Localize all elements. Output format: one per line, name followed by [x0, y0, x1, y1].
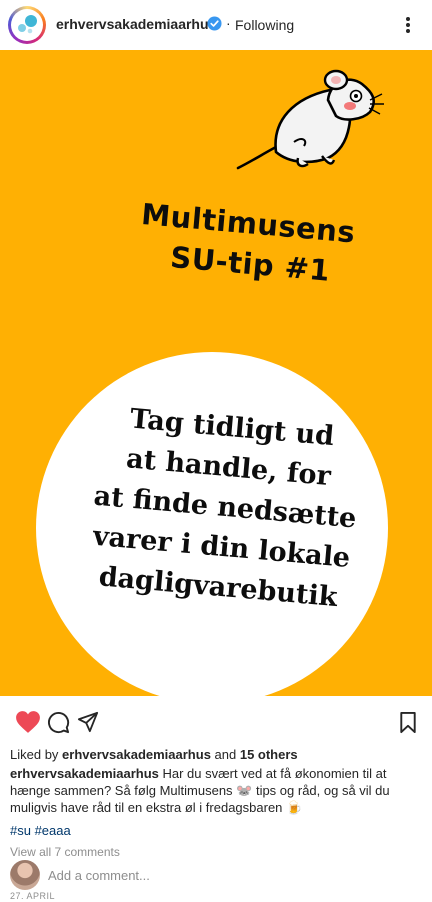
- profile-avatar[interactable]: [8, 6, 46, 44]
- post-caption: erhvervsakademiaarhus Har du svært ved a…: [10, 765, 422, 816]
- following-button[interactable]: Following: [235, 17, 294, 33]
- likes-middle: and: [210, 747, 240, 762]
- likes-others-link[interactable]: 15 others: [240, 747, 298, 762]
- more-options-icon[interactable]: [400, 14, 416, 36]
- bookmark-icon[interactable]: [399, 711, 417, 734]
- view-all-comments-link[interactable]: View all 7 comments: [10, 845, 120, 859]
- likes-prefix: Liked by: [10, 747, 63, 762]
- post-image[interactable]: Multimusens SU-tip #1 Tag tidligt ud at …: [0, 50, 432, 696]
- post-header: erhvervsakademiaarhus · Following: [0, 0, 432, 50]
- post-date: 27. APRIL: [10, 891, 56, 901]
- verified-badge-icon: [207, 16, 222, 31]
- mouse-emoji: 🐭: [236, 783, 253, 798]
- comment-icon[interactable]: [47, 711, 70, 734]
- brand-logo-icon: [18, 15, 37, 34]
- likes-summary: Liked by erhvervsakademiaarhus and 15 ot…: [10, 747, 298, 762]
- header-separator: ·: [226, 15, 231, 31]
- tip-text: Tag tidligt ud at handle, for at finde n…: [52, 394, 398, 622]
- heart-icon[interactable]: [15, 710, 41, 734]
- beer-emoji: 🍺: [286, 800, 303, 815]
- post-username[interactable]: erhvervsakademiaarhus: [56, 16, 216, 32]
- mouse-illustration: [236, 69, 384, 170]
- send-icon[interactable]: [77, 711, 99, 733]
- post-title-line2: SU-tip #1: [169, 240, 332, 288]
- hashtags[interactable]: #su #eaaa: [10, 823, 71, 838]
- likes-user-link[interactable]: erhvervsakademiaarhus: [62, 747, 211, 762]
- action-bar: [0, 700, 432, 744]
- add-comment-input[interactable]: Add a comment...: [48, 868, 150, 883]
- commenter-avatar: [10, 860, 40, 890]
- caption-username[interactable]: erhvervsakademiaarhus: [10, 766, 159, 781]
